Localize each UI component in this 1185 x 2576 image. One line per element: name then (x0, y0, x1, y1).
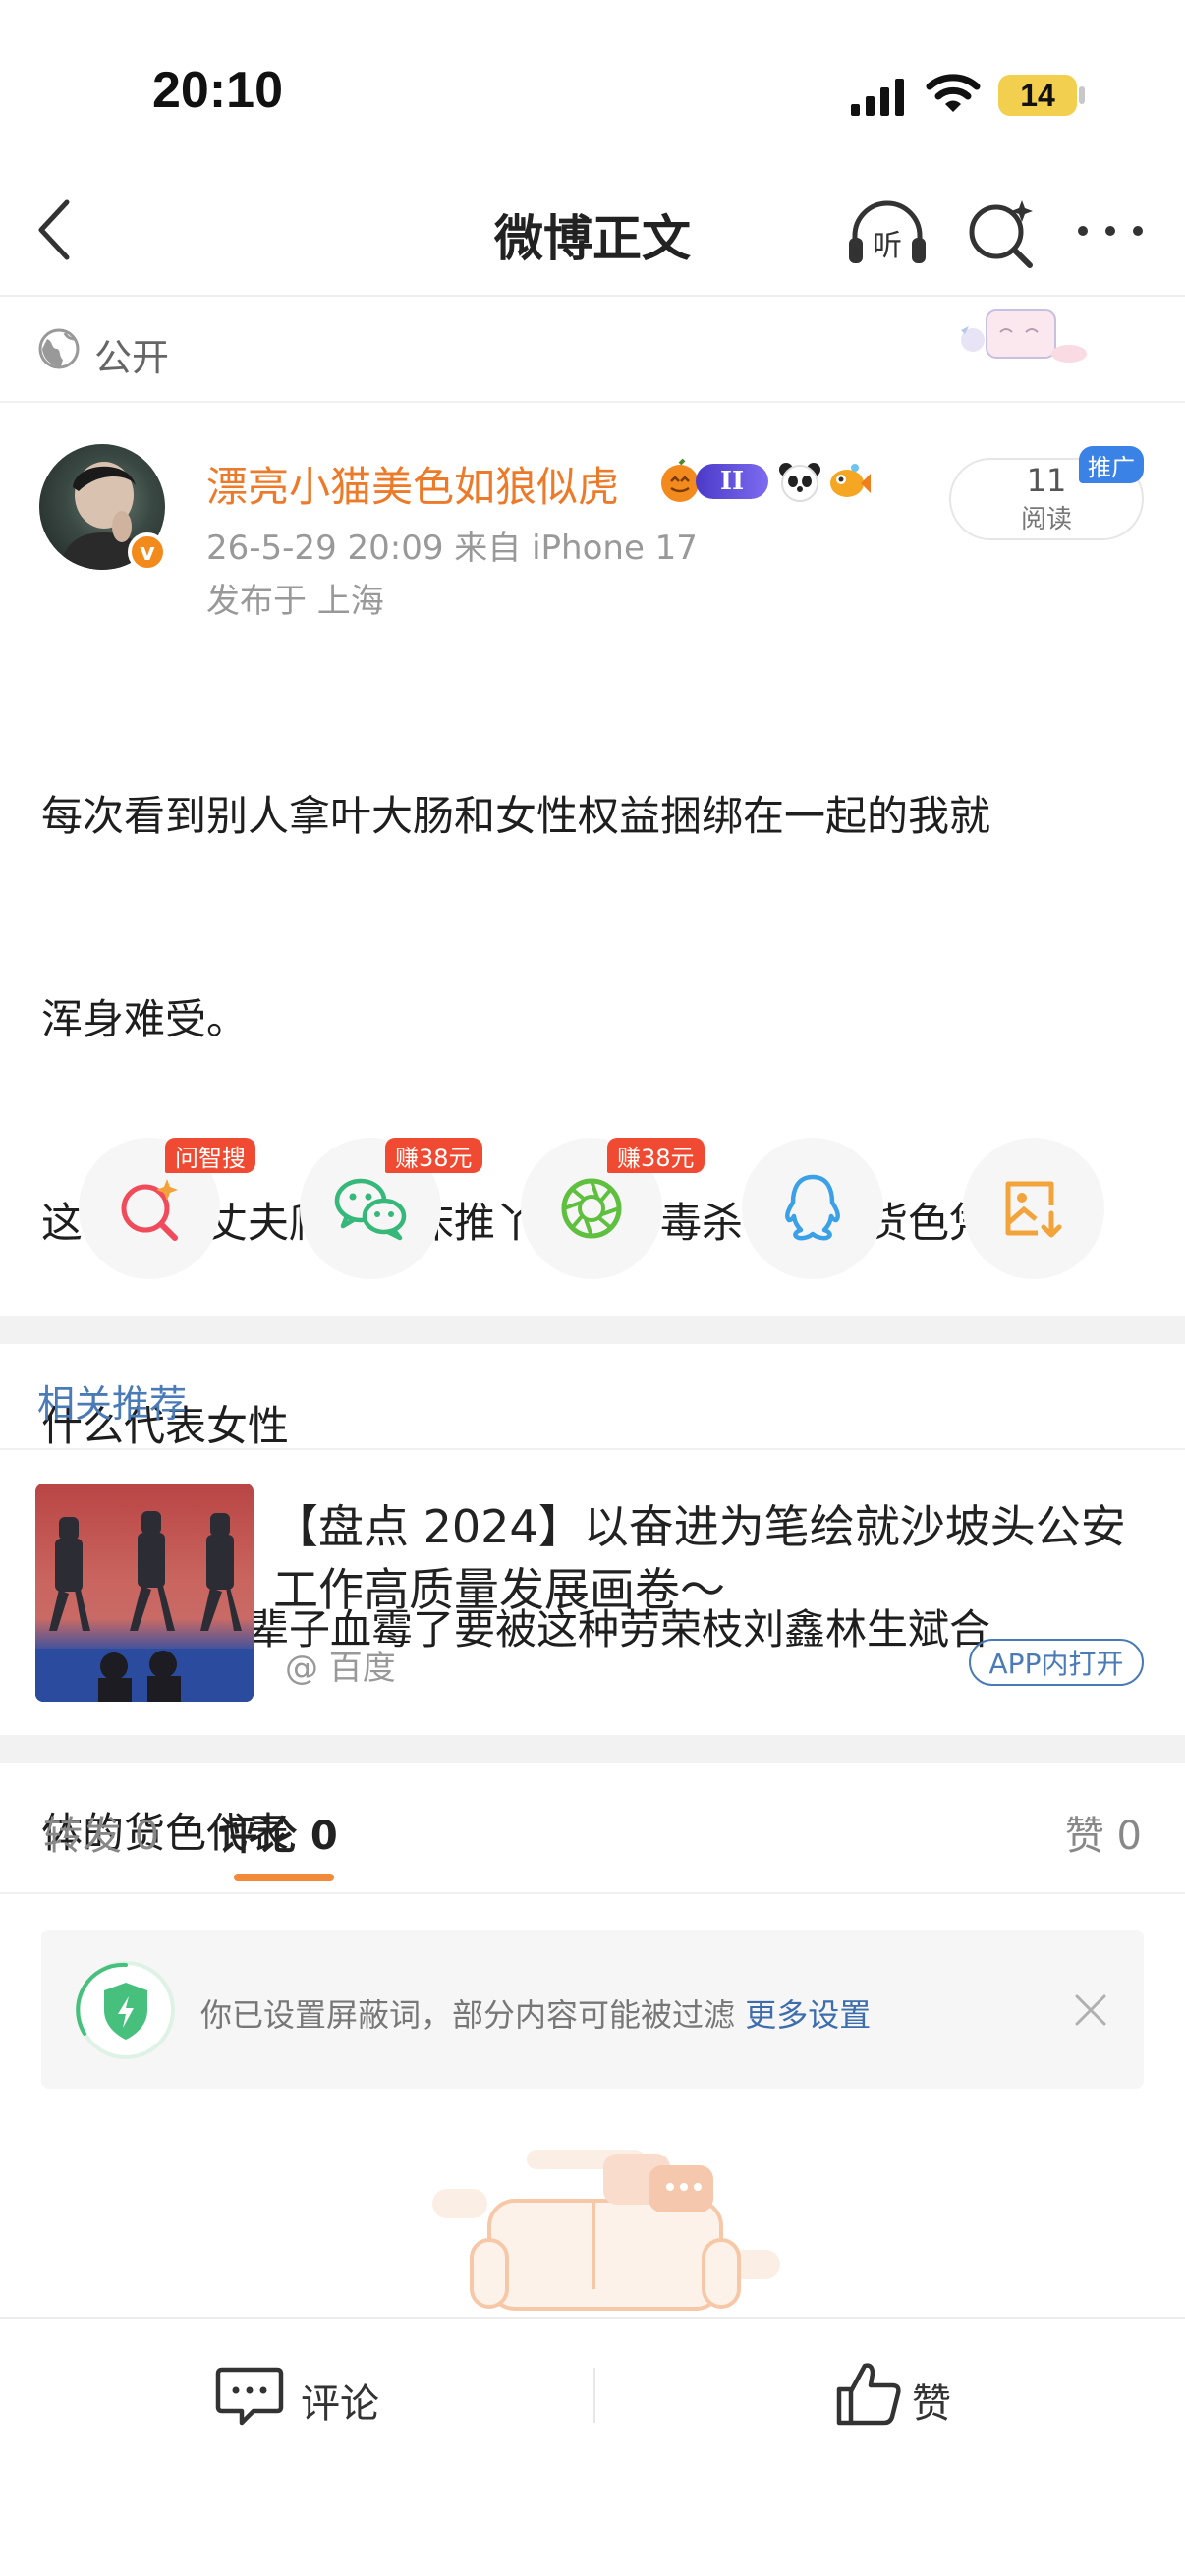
shield-icon (76, 1961, 175, 2059)
close-icon[interactable] (1071, 1990, 1110, 2030)
tab-repost[interactable]: 转发 0 (43, 1804, 159, 1861)
section-gap (0, 1316, 1185, 1344)
fish-badge-icon (830, 464, 871, 497)
battery-cap (1079, 86, 1085, 104)
comment-button-label[interactable]: 评论 (301, 2372, 379, 2429)
save-image-button[interactable] (963, 1138, 1104, 1279)
share-qq-button[interactable] (742, 1138, 883, 1279)
post-line: 体的货色代表 (41, 1809, 290, 1857)
listen-headphones-icon[interactable]: 听 (845, 195, 930, 273)
cellular-signal-icon (851, 79, 904, 116)
member-level-badge: II (696, 464, 768, 499)
share-tag: 问智搜 (165, 1138, 255, 1173)
wifi-icon (926, 74, 981, 112)
author-name[interactable]: 漂亮小猫美色如狼似虎 (206, 454, 619, 514)
divider (0, 2317, 1185, 2319)
related-section-title: 相关推荐 (37, 1382, 188, 1426)
search-icon[interactable] (965, 195, 1040, 269)
more-settings-link[interactable]: 更多设置 (745, 1996, 871, 2034)
post-line: 浑身难受。 (41, 995, 249, 1043)
verified-badge-icon: v (128, 532, 167, 572)
section-gap (0, 1735, 1185, 1763)
comment-icon[interactable] (214, 2364, 285, 2429)
divider (593, 2368, 595, 2423)
post-line: 每次看到别人拿叶大肠和女性权益捆绑在一起的我就 (41, 792, 991, 840)
divider (0, 295, 1185, 297)
post-location: 发布于 上海 (206, 582, 384, 621)
post-timestamp-source: 26-5-29 20:09 来自 iPhone 17 (206, 529, 698, 568)
qq-icon (785, 1174, 840, 1241)
active-tab-indicator (234, 1874, 334, 1881)
battery-level: 14 (1020, 77, 1055, 113)
police-march-image-icon (35, 1511, 254, 1702)
battery-indicator: 14 (998, 75, 1077, 116)
related-thumbnail[interactable] (35, 1484, 254, 1702)
related-item-title[interactable]: 【盘点 2024】以奋进为笔绘就沙坡头公安工作高质量发展画卷～ (273, 1495, 1138, 1621)
more-icon[interactable] (1071, 216, 1150, 246)
open-in-app-button[interactable]: APP内打开 (969, 1639, 1144, 1686)
divider (0, 1892, 1185, 1894)
bottom-action-bar (0, 2319, 1185, 2576)
divider (0, 1448, 1185, 1450)
divider (0, 401, 1185, 403)
share-tag: 赚38元 (385, 1138, 482, 1173)
read-label: 阅读 (1020, 505, 1072, 534)
related-item-source: @ 百度 (285, 1649, 396, 1688)
wechat-icon (334, 1178, 407, 1241)
decoration-sticker-icon (961, 309, 1087, 363)
tab-like[interactable]: 赞 0 (1065, 1804, 1142, 1861)
empty-sofa-illustration-icon (432, 2150, 780, 2311)
promote-tag[interactable]: 推广 (1079, 446, 1144, 483)
status-time: 20:10 (152, 62, 283, 119)
share-tag: 赚38元 (607, 1138, 705, 1173)
thumbs-up-icon[interactable] (833, 2358, 904, 2429)
tab-comment[interactable]: 评论 0 (218, 1804, 338, 1861)
zhisou-search-icon (121, 1179, 178, 1241)
filter-notice-message: 你已设置屏蔽词，部分内容可能被过滤 (200, 1996, 736, 2034)
visibility-label: 公开 (94, 336, 170, 379)
save-image-icon (1005, 1181, 1062, 1238)
filter-notice-text: 你已设置屏蔽词，部分内容可能被过滤 更多设置 (200, 1990, 871, 2036)
moments-icon (561, 1178, 622, 1239)
svg-text:听: 听 (873, 229, 902, 263)
panda-badge-icon (779, 463, 820, 502)
like-button-label[interactable]: 赞 (912, 2372, 951, 2429)
globe-icon (38, 328, 80, 369)
